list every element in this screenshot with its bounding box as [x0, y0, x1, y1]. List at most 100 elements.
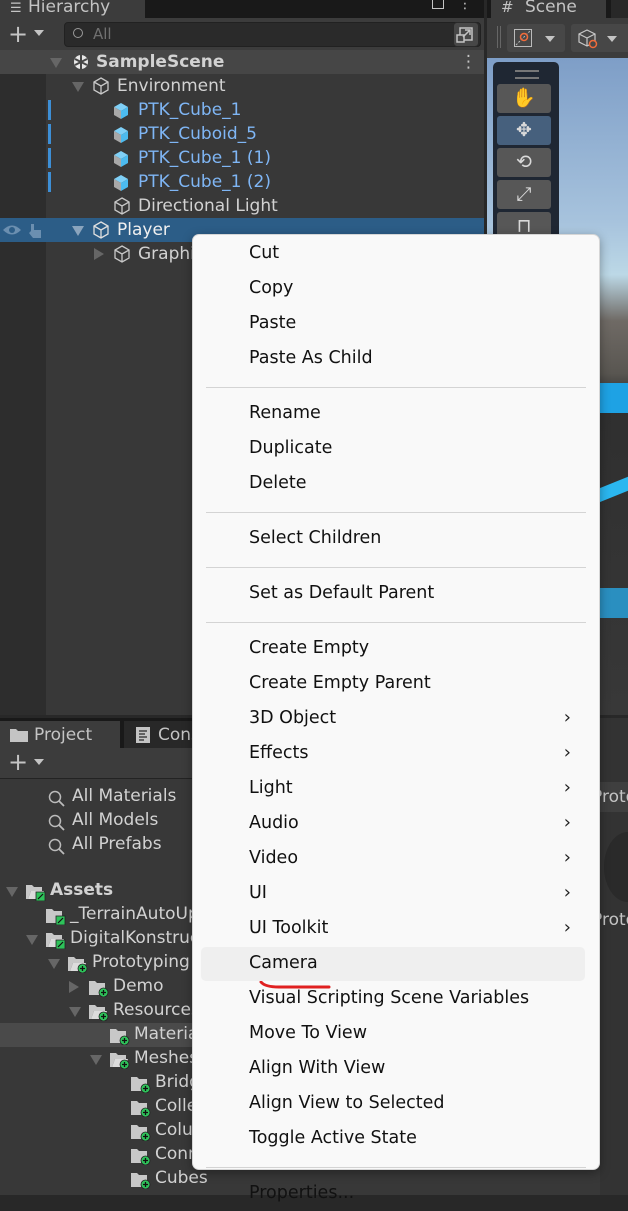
menu-item-label: Camera [249, 953, 318, 973]
expand-arrow-icon[interactable] [69, 1007, 81, 1017]
project-folder-row[interactable]: Assets [0, 879, 192, 903]
material-preview-sphere[interactable] [604, 832, 628, 902]
menu-item-copy[interactable]: Copy [201, 272, 585, 306]
menu-item-set-as-default-parent[interactable]: Set as Default Parent [201, 577, 585, 611]
tab-project[interactable]: Project [0, 721, 120, 748]
expand-arrow-icon[interactable] [72, 226, 84, 236]
menu-item-3d-object[interactable]: 3D Object › [201, 702, 585, 736]
view-options-dropdown[interactable] [571, 24, 628, 52]
expand-arrow-icon[interactable] [90, 1055, 102, 1065]
menu-item-label: Copy [249, 278, 294, 298]
menu-item-camera[interactable]: Camera [201, 947, 585, 989]
expand-arrow-icon[interactable] [72, 82, 84, 92]
more-options-icon[interactable]: ⋮ [458, 0, 472, 11]
project-folder-row[interactable]: Cubes [0, 1167, 208, 1191]
add-button[interactable]: + [8, 22, 28, 46]
project-folder-row[interactable]: DigitalKonstruct [0, 927, 206, 951]
prefab-override-bar [48, 100, 51, 120]
lock-icon[interactable] [432, 0, 444, 9]
menu-item-delete[interactable]: Delete [201, 467, 585, 501]
favorite-item[interactable]: All Materials [0, 785, 192, 809]
menu-separator [206, 1167, 586, 1168]
menu-item-create-empty[interactable]: Create Empty [201, 632, 585, 666]
search-input[interactable]: All [64, 22, 481, 47]
menu-item-duplicate[interactable]: Duplicate [201, 432, 585, 466]
menu-item-move-to-view[interactable]: Move To View [201, 1017, 585, 1051]
popout-button[interactable] [453, 22, 479, 47]
row-label: Directional Light [138, 196, 278, 216]
search-icon [48, 814, 65, 831]
menu-item-light[interactable]: Light › [201, 772, 585, 806]
project-folder-row[interactable]: Demo [0, 975, 192, 999]
add-dropdown-icon[interactable] [34, 30, 44, 36]
project-folder-row[interactable]: _TerrainAutoUpgrade [0, 903, 248, 927]
game-tab[interactable] [611, 0, 628, 18]
create-button[interactable]: + [8, 750, 28, 774]
project-folder-row[interactable]: Connectors [0, 1143, 252, 1167]
hierarchy-row[interactable]: PTK_Cube_1 (1) [0, 146, 484, 170]
hierarchy-row[interactable]: PTK_Cube_1 [0, 98, 484, 122]
tab-scene[interactable]: # Scene [491, 0, 606, 18]
hand-tool-button[interactable]: ✋ [497, 84, 551, 113]
rotate-tool-button[interactable]: ⟲ [497, 148, 551, 177]
create-dropdown-icon[interactable] [34, 759, 44, 765]
project-folder-row[interactable]: Columns [0, 1119, 229, 1143]
favorite-item[interactable]: All Prefabs [0, 833, 192, 857]
menu-item-ui[interactable]: UI › [201, 877, 585, 911]
folder-icon [131, 1173, 151, 1189]
search-icon [73, 28, 83, 38]
expand-arrow-icon[interactable] [69, 981, 79, 993]
expand-arrow-icon[interactable] [50, 58, 62, 68]
expand-arrow-icon[interactable] [48, 959, 60, 969]
hierarchy-row[interactable]: Environment [0, 74, 484, 98]
gizmo-tool-dropdown[interactable] [507, 24, 565, 52]
project-folder-row[interactable]: Prototyping [0, 951, 192, 975]
unity-scene-icon [74, 55, 88, 69]
menu-item-video[interactable]: Video › [201, 842, 585, 876]
hierarchy-row-scene[interactable]: SampleScene ⋮ [0, 50, 484, 74]
visibility-eye-icon[interactable] [2, 223, 22, 237]
scale-tool-button[interactable]: ⤢ [497, 180, 551, 209]
expand-arrow-icon[interactable] [26, 935, 38, 945]
popout-icon [456, 27, 473, 43]
prefab-override-bar [48, 148, 51, 168]
favorite-label: All Prefabs [72, 834, 162, 854]
menu-item-cut[interactable]: Cut [201, 237, 585, 271]
row-label: PTK_Cube_1 [138, 100, 242, 120]
move-tool-button[interactable]: ✥ [497, 116, 551, 145]
tab-console[interactable]: Console [124, 721, 194, 748]
menu-item-align-with-view[interactable]: Align With View [201, 1052, 585, 1086]
menu-item-audio[interactable]: Audio › [201, 807, 585, 841]
menu-item-create-empty-parent[interactable]: Create Empty Parent [201, 667, 585, 701]
menu-item-paste[interactable]: Paste [201, 307, 585, 341]
project-folder-row[interactable]: Bridges [0, 1071, 219, 1095]
pickable-hand-icon[interactable] [27, 222, 45, 240]
menu-item-ui-toolkit[interactable]: UI Toolkit › [201, 912, 585, 946]
tab-hierarchy[interactable]: ☰ Hierarchy [0, 0, 145, 18]
expand-arrow-icon[interactable] [94, 248, 104, 260]
hierarchy-row[interactable]: PTK_Cuboid_5 [0, 122, 484, 146]
row-label: SampleScene [96, 52, 225, 72]
project-folder-row[interactable]: Collections [0, 1095, 248, 1119]
project-folder-row[interactable]: Materials [0, 1023, 212, 1047]
tab-console-label: Console [158, 725, 194, 745]
menu-item-select-children[interactable]: Select Children [201, 522, 585, 556]
hierarchy-row[interactable]: PTK_Cube_1 (2) [0, 170, 484, 194]
expand-arrow-icon[interactable] [6, 887, 18, 897]
menu-item-visual-scripting-scene-variables[interactable]: Visual Scripting Scene Variables [201, 982, 585, 1016]
menu-item-align-view-to-selected[interactable]: Align View to Selected [201, 1087, 585, 1121]
folder-open-icon [46, 933, 66, 949]
palette-grip-icon[interactable] [515, 70, 539, 79]
menu-item-rename[interactable]: Rename [201, 397, 585, 431]
favorite-item[interactable]: All Models [0, 809, 192, 833]
menu-item-toggle-active-state[interactable]: Toggle Active State [201, 1122, 585, 1156]
folder-icon [131, 1149, 151, 1165]
project-folder-row[interactable]: Resources [0, 999, 200, 1023]
menu-item-paste-as-child[interactable]: Paste As Child [201, 342, 585, 376]
menu-item-properties[interactable]: Properties... [201, 1177, 585, 1211]
hierarchy-row[interactable]: Directional Light [0, 194, 484, 218]
project-folder-row[interactable]: Meshes [0, 1047, 198, 1071]
menu-item-effects[interactable]: Effects › [201, 737, 585, 771]
scene-object [597, 476, 628, 504]
scene-menu-icon[interactable]: ⋮ [460, 52, 477, 72]
